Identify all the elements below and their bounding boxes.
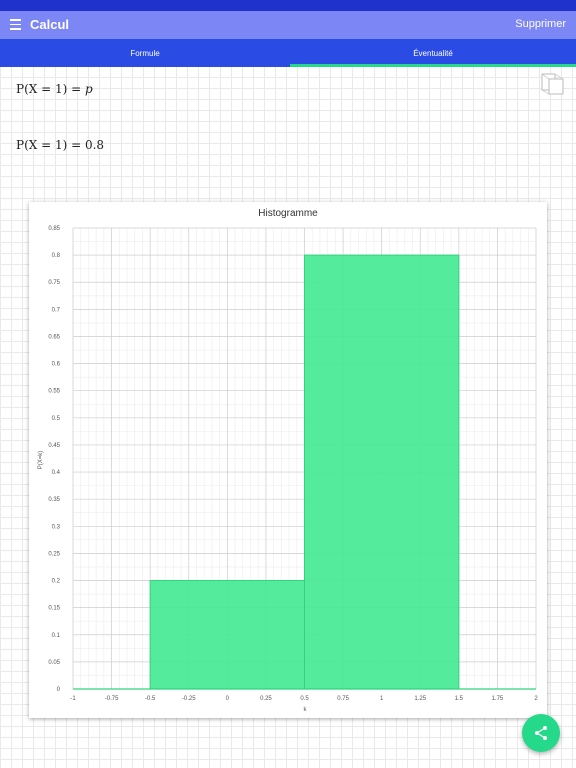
y-tick-label: 0.3 <box>52 524 61 530</box>
x-tick-label: 1 <box>380 696 384 702</box>
x-tick-label: -0.25 <box>182 696 196 702</box>
y-tick-label: 0.15 <box>48 606 60 612</box>
active-tab-indicator <box>290 64 576 67</box>
delete-button[interactable]: Supprimer <box>515 18 566 30</box>
formula-general-rhs: p <box>84 82 93 96</box>
y-tick-label: 0.25 <box>48 551 60 557</box>
app-title: Calcul <box>30 17 70 32</box>
formula-general-lhs: P(X = 1) = <box>16 82 85 96</box>
y-axis-label: P(X=k) <box>38 451 44 470</box>
x-tick-label: 1.75 <box>492 696 504 702</box>
y-tick-label: 0.6 <box>52 362 61 368</box>
share-icon <box>535 726 547 740</box>
y-tick-label: 0.75 <box>48 280 60 286</box>
histogram-bar-1 <box>304 254 460 690</box>
y-tick-label: 0.35 <box>48 497 60 503</box>
x-tick-label: -0.5 <box>145 696 156 702</box>
x-tick-label: 1.5 <box>455 696 464 702</box>
tab-formule[interactable]: Formule <box>0 39 290 67</box>
tab-bar: Formule Éventualité <box>0 39 576 67</box>
y-tick-label: 0 <box>57 687 61 693</box>
formula-value-rhs: 0.8 <box>84 138 105 152</box>
x-tick-label: -0.75 <box>105 696 119 702</box>
x-tick-label: 0.25 <box>260 696 272 702</box>
tab-eventualite[interactable]: Éventualité <box>290 39 576 67</box>
copy-icon[interactable] <box>540 72 566 96</box>
y-tick-label: 0.05 <box>48 660 60 666</box>
app-bar: Calcul Supprimer <box>0 11 576 39</box>
y-tick-label: 0.1 <box>52 633 61 639</box>
histogram-chart: Histogramme k P(X=k) -1 -0.75 -0.5 -0.25 0 0.… <box>38 208 538 713</box>
x-tick-label: 0 <box>226 696 230 702</box>
histogram-card: Histogramme k P(X=k) -1 -0.75 -0.5 -0.25 0 0.… <box>29 202 547 718</box>
x-tick-label: 2 <box>534 696 538 702</box>
x-tick-label: 1.25 <box>414 696 426 702</box>
y-tick-label: 0.5 <box>52 416 61 422</box>
chart-title: Histogramme <box>258 208 318 219</box>
share-button[interactable] <box>522 714 560 752</box>
x-axis-label: k <box>304 707 308 713</box>
formula-general: P(X = 1) = p <box>16 82 93 96</box>
x-tick-label: 0.75 <box>337 696 349 702</box>
y-tick-label: 0.65 <box>48 334 60 340</box>
y-tick-label: 0.7 <box>52 307 61 313</box>
y-tick-label: 0.45 <box>48 443 60 449</box>
y-tick-label: 0.2 <box>52 579 61 585</box>
status-bar <box>0 0 576 11</box>
y-tick-label: 0.8 <box>52 253 61 259</box>
y-tick-label: 0.85 <box>48 226 60 232</box>
histogram-bar-0 <box>149 580 305 690</box>
x-tick-label: -1 <box>70 696 76 702</box>
menu-icon[interactable] <box>10 19 21 30</box>
formula-value: P(X = 1) = 0.8 <box>16 138 104 152</box>
y-tick-label: 0.55 <box>48 389 60 395</box>
y-tick-label: 0.4 <box>52 470 61 476</box>
formula-value-lhs: P(X = 1) = <box>16 138 85 152</box>
x-tick-label: 0.5 <box>300 696 309 702</box>
